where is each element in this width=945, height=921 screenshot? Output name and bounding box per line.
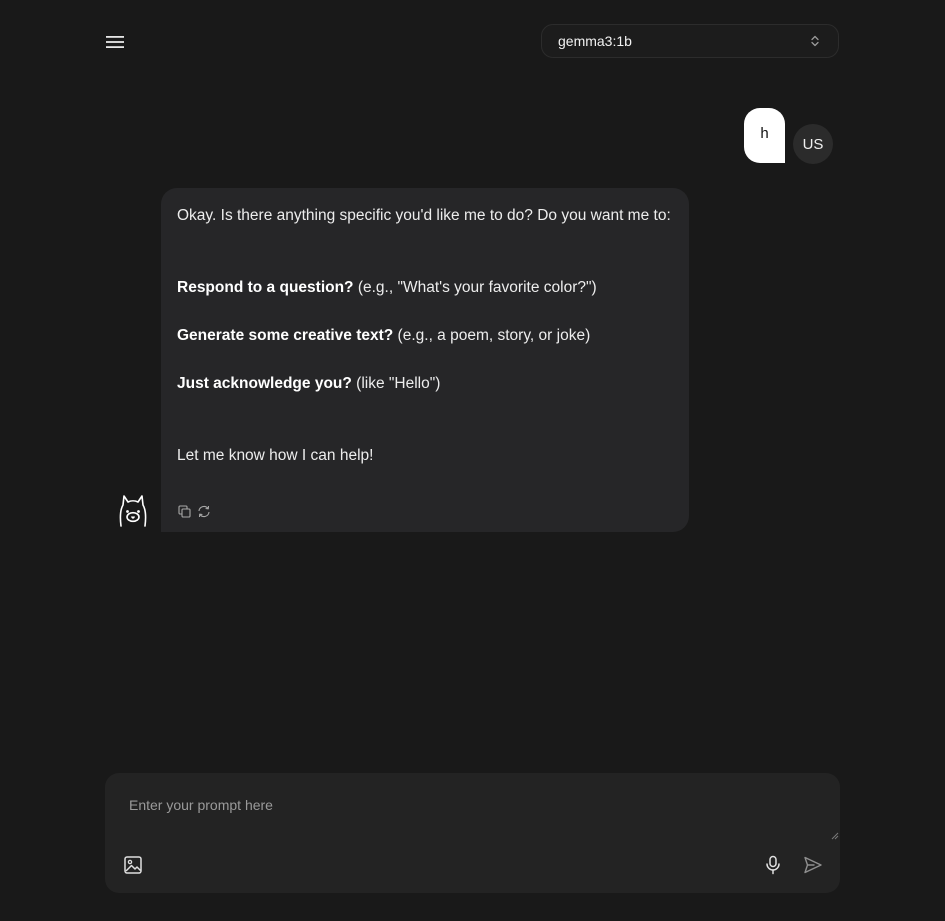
copy-button[interactable] — [177, 504, 191, 518]
user-message-text: h — [760, 125, 769, 142]
assistant-closing-text: Let me know how I can help! — [177, 447, 374, 464]
user-avatar: US — [793, 124, 833, 164]
refresh-icon — [198, 505, 210, 517]
assistant-option-detail: (e.g., "What's your favorite color?") — [353, 279, 597, 296]
assistant-option-title: Generate some creative text? — [177, 327, 394, 344]
llama-icon — [116, 492, 150, 530]
assistant-option: Just acknowledge you? (like "Hello") — [177, 372, 673, 396]
assistant-message-bubble: Okay. Is there anything specific you'd l… — [161, 188, 689, 532]
assistant-option-title: Just acknowledge you? — [177, 375, 352, 392]
send-icon — [804, 856, 822, 874]
prompt-composer — [105, 773, 840, 893]
copy-icon — [177, 504, 191, 518]
assistant-option-detail: (e.g., a poem, story, or joke) — [393, 327, 591, 344]
assistant-option: Respond to a question? (e.g., "What's yo… — [177, 276, 673, 300]
attach-image-button[interactable] — [122, 854, 144, 876]
model-selector[interactable]: gemma3:1b — [541, 24, 839, 58]
user-avatar-initials: US — [802, 135, 824, 153]
prompt-input[interactable] — [105, 773, 840, 837]
menu-button[interactable] — [104, 31, 126, 53]
microphone-icon — [766, 855, 780, 875]
assistant-message-actions — [177, 504, 211, 518]
model-selector-value: gemma3:1b — [558, 33, 632, 49]
textarea-resize-handle[interactable] — [831, 827, 839, 840]
assistant-option-detail: (like "Hello") — [351, 375, 441, 392]
panel-resize-handle[interactable]: ⋮ — [0, 455, 4, 467]
assistant-intro-text: Okay. Is there anything specific you'd l… — [177, 207, 671, 224]
user-message-bubble: h — [744, 108, 785, 163]
assistant-option-title: Respond to a question? — [177, 279, 354, 296]
regenerate-button[interactable] — [197, 504, 211, 518]
send-button[interactable] — [802, 854, 824, 876]
chevron-up-down-icon — [808, 34, 822, 48]
hamburger-menu-icon — [106, 36, 124, 48]
assistant-option: Generate some creative text? (e.g., a po… — [177, 324, 673, 348]
image-icon — [124, 856, 142, 874]
microphone-button[interactable] — [762, 854, 784, 876]
